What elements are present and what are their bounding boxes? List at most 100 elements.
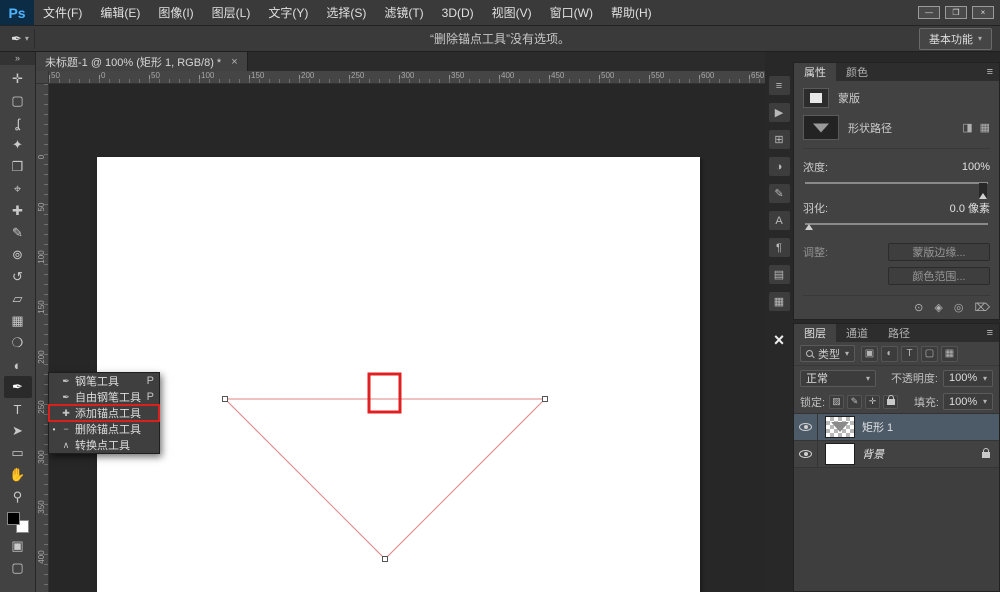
eraser-tool[interactable]: ▱ (4, 288, 32, 310)
marquee-tool[interactable]: ▢ (4, 90, 32, 112)
density-value[interactable]: 100% (962, 161, 990, 173)
anchor-point[interactable] (543, 397, 548, 402)
styles-panel-icon[interactable]: ⊞ (769, 130, 790, 149)
tab-layers[interactable]: 图层 (794, 324, 836, 342)
layer-name[interactable]: 矩形 1 (862, 419, 893, 435)
zoom-tool[interactable]: ⚲ (4, 486, 32, 508)
lock-all-icon[interactable] (883, 395, 898, 409)
menu-item-1[interactable]: 编辑(E) (91, 0, 149, 25)
menu-item-2[interactable]: 图像(I) (149, 0, 202, 25)
color-range-button[interactable]: 颜色范围... (888, 267, 990, 285)
document-canvas[interactable] (97, 157, 700, 592)
filter-shape-icon[interactable]: ▢ (921, 346, 938, 362)
flyout-item-freeform-pen[interactable]: ✒自由钢笔工具P (49, 389, 159, 405)
menu-item-5[interactable]: 选择(S) (317, 0, 375, 25)
blur-tool[interactable]: ❍ (4, 332, 32, 354)
tab-paths[interactable]: 路径 (878, 324, 920, 342)
screen-mode-button[interactable]: ▢ (4, 557, 32, 579)
document-tab[interactable]: 未标题-1 @ 100% (矩形 1, RGB/8) * × (36, 52, 248, 71)
toolbar-expand-icon[interactable]: » (0, 52, 35, 65)
pen-tool[interactable]: ✒ (4, 376, 32, 398)
maximize-button[interactable]: ❐ (945, 6, 967, 19)
history-panel-icon[interactable]: ≡ (769, 76, 790, 95)
menu-item-6[interactable]: 滤镜(T) (375, 0, 432, 25)
path-selection-tool[interactable]: ➤ (4, 420, 32, 442)
character-panel-icon[interactable]: A (769, 211, 790, 230)
foreground-color-swatch[interactable] (7, 512, 20, 525)
filter-type-icon[interactable]: T (901, 346, 918, 362)
hand-tool[interactable]: ✋ (4, 464, 32, 486)
dodge-tool[interactable]: ◐ (4, 354, 32, 376)
brush-tool[interactable]: ✎ (4, 222, 32, 244)
close-icon[interactable]: × (231, 56, 237, 68)
panel-menu-icon[interactable]: ≡ (981, 63, 999, 81)
vector-mask-icon[interactable]: ◨ (962, 121, 972, 134)
layer-row-background[interactable]: 背景 (794, 441, 999, 468)
workspace-switcher[interactable]: 基本功能 ▾ (919, 28, 992, 50)
layer-row-rectangle-1[interactable]: 矩形 1 (794, 414, 999, 441)
layer-filter-dropdown[interactable]: 类型 ▾ (800, 345, 855, 362)
lock-paint-icon[interactable]: ✎ (847, 395, 862, 409)
shape-tool[interactable]: ▭ (4, 442, 32, 464)
move-tool[interactable]: ✛ (4, 68, 32, 90)
slider-thumb[interactable] (979, 183, 987, 199)
blend-mode-dropdown[interactable]: 正常 ▾ (800, 370, 876, 387)
type-tool[interactable]: T (4, 398, 32, 420)
disable-mask-icon[interactable]: ◎ (954, 301, 964, 314)
flyout-item-pen[interactable]: ✒钢笔工具P (49, 373, 159, 389)
filter-adjustment-icon[interactable]: ◐ (881, 346, 898, 362)
menu-item-9[interactable]: 窗口(W) (541, 0, 602, 25)
navigator-panel-icon[interactable]: ▦ (769, 292, 790, 311)
adjustments-panel-icon[interactable]: ◑ (769, 157, 790, 176)
flyout-item-convert-point[interactable]: ∧转换点工具 (49, 437, 159, 453)
tool-preset-dropdown[interactable]: ✒ ▾ (6, 29, 35, 49)
menu-item-8[interactable]: 视图(V) (483, 0, 541, 25)
quick-mask-mode-button[interactable]: ▣ (4, 535, 32, 557)
tab-color[interactable]: 颜色 (836, 63, 878, 81)
minimize-button[interactable]: — (918, 6, 940, 19)
anchor-point[interactable] (223, 397, 228, 402)
lasso-tool[interactable]: ʆ (4, 112, 32, 134)
opacity-dropdown[interactable]: 100% ▾ (943, 370, 993, 387)
paragraph-panel-icon[interactable]: ¶ (769, 238, 790, 257)
clone-stamp-tool[interactable]: ⊚ (4, 244, 32, 266)
healing-brush-tool[interactable]: ✚ (4, 200, 32, 222)
flyout-item-delete-anchor[interactable]: •−删除锚点工具 (49, 421, 159, 437)
slider-thumb[interactable] (805, 224, 813, 230)
path-outline[interactable] (225, 399, 545, 559)
canvas-area[interactable]: 050100150200250300350400450 (36, 84, 765, 592)
lock-move-icon[interactable]: ✛ (865, 395, 880, 409)
load-selection-icon[interactable]: ⊙ (914, 301, 923, 314)
delete-mask-icon[interactable]: ⌦ (974, 301, 990, 314)
visibility-toggle[interactable] (794, 414, 818, 440)
menu-item-3[interactable]: 图层(L) (203, 0, 260, 25)
shape-path-thumbnail[interactable] (803, 115, 839, 140)
eyedropper-tool[interactable]: ⌖ (4, 178, 32, 200)
layer-thumbnail[interactable] (825, 443, 855, 465)
menu-item-10[interactable]: 帮助(H) (602, 0, 661, 25)
crop-tool[interactable]: ❒ (4, 156, 32, 178)
mask-edge-button[interactable]: 蒙版边缘... (888, 243, 990, 261)
lock-transparency-icon[interactable]: ▨ (829, 395, 844, 409)
flyout-item-add-anchor[interactable]: ✚添加锚点工具 (49, 405, 159, 421)
density-slider[interactable] (805, 177, 988, 190)
mask-badge-icon[interactable]: ▦ (980, 121, 990, 134)
tab-properties[interactable]: 属性 (794, 63, 836, 81)
mask-thumbnail[interactable] (803, 88, 829, 108)
layer-thumbnail[interactable] (825, 416, 855, 438)
filter-pixel-icon[interactable]: ▣ (861, 346, 878, 362)
feather-value[interactable]: 0.0 像素 (950, 200, 990, 216)
menu-item-4[interactable]: 文字(Y) (259, 0, 317, 25)
filter-smart-object-icon[interactable]: ▦ (941, 346, 958, 362)
close-button[interactable]: × (972, 6, 994, 19)
close-panel-icon[interactable]: × (769, 331, 790, 350)
apply-mask-icon[interactable]: ◈ (934, 301, 942, 314)
anchor-point[interactable] (383, 557, 388, 562)
brush-presets-panel-icon[interactable]: ✎ (769, 184, 790, 203)
panel-menu-icon[interactable]: ≡ (981, 324, 999, 342)
actions-panel-icon[interactable]: ▶ (769, 103, 790, 122)
layer-name[interactable]: 背景 (862, 446, 884, 462)
foreground-background-swatches[interactable] (7, 512, 29, 533)
info-panel-icon[interactable]: ▤ (769, 265, 790, 284)
fill-dropdown[interactable]: 100% ▾ (943, 393, 993, 410)
